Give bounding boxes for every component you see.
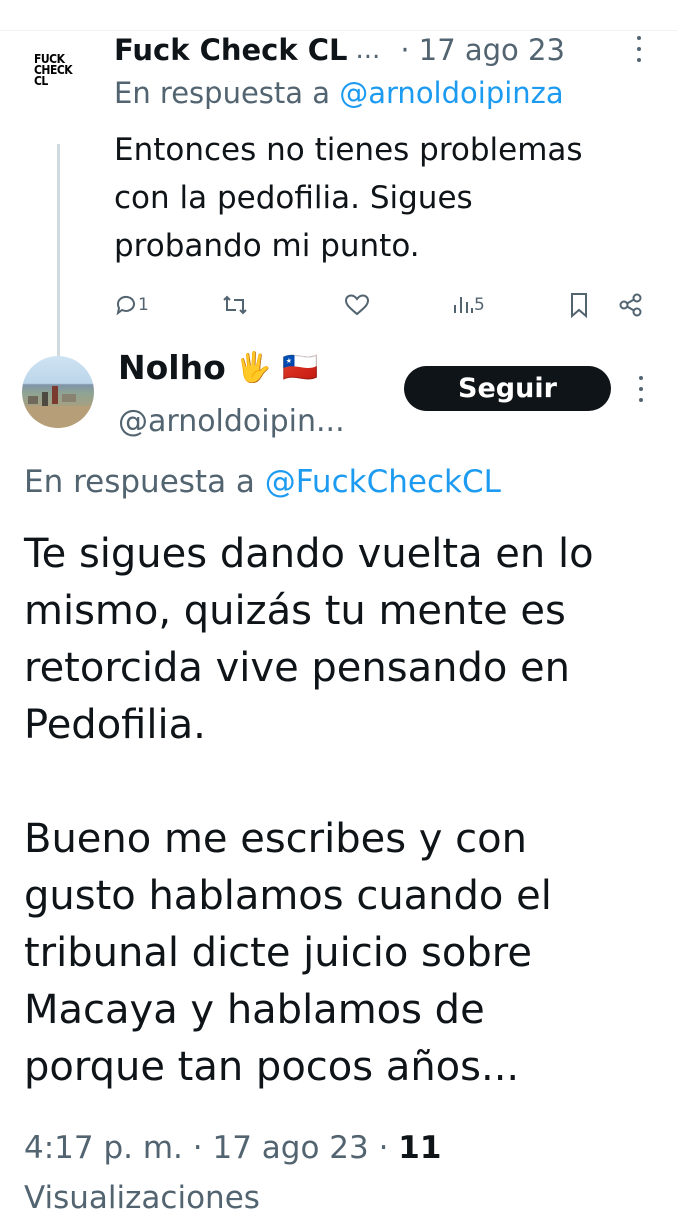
views-label-cut: Visualizaciones bbox=[24, 1180, 260, 1216]
views-count: 5 bbox=[474, 295, 485, 315]
text-line: porque tan pocos años... bbox=[24, 1044, 520, 1090]
thread-connector bbox=[57, 144, 60, 370]
text-line: Te sigues dando vuelta en lo bbox=[24, 531, 594, 577]
like-button[interactable] bbox=[344, 288, 370, 322]
reply-count: 1 bbox=[138, 295, 149, 315]
tweet-date[interactable]: · 17 ago 23 bbox=[400, 33, 565, 67]
page-title-cut: Post bbox=[118, 0, 218, 8]
follow-button[interactable]: Seguir bbox=[404, 366, 611, 411]
author-name[interactable]: Fuck Check CL bbox=[114, 33, 348, 67]
avatar-fuckcheck[interactable]: FUCK CHECK CL bbox=[34, 53, 84, 114]
main-tweet-text: Te sigues dando vuelta en lo mismo, quiz… bbox=[24, 526, 664, 1096]
name-emojis: 🖐 🇨🇱 bbox=[235, 350, 319, 384]
main-author-name-row: Nolho 🖐 🇨🇱 bbox=[118, 348, 318, 387]
reply-handle-link[interactable]: @FuckCheckCL bbox=[265, 464, 501, 500]
main-author-handle[interactable]: @arnoldoipin... bbox=[118, 404, 345, 439]
reply-tweet[interactable]: FUCK CHECK CL Fuck Check CL ... · 17 ago… bbox=[0, 30, 677, 370]
text-line: mismo, quizás tu mente es bbox=[24, 588, 566, 634]
text-line: retorcida vive pensando en bbox=[24, 645, 570, 691]
text-line: tribunal dicte juicio sobre bbox=[24, 930, 532, 976]
reply-icon bbox=[116, 295, 135, 316]
tweet-text-line: Entonces no tienes problemas bbox=[114, 132, 583, 168]
tweet-actions: 1 5 bbox=[114, 288, 654, 322]
bookmark-button[interactable] bbox=[568, 288, 590, 322]
retweet-button[interactable] bbox=[222, 288, 248, 322]
avatar-text-line: CL bbox=[34, 74, 48, 88]
tweet-text-line: probando mi punto. bbox=[114, 228, 420, 264]
reply-handle-link[interactable]: @arnoldoipinza bbox=[339, 76, 563, 110]
more-options-icon[interactable] bbox=[634, 36, 644, 62]
main-reply-context: En respuesta a @FuckCheckCL bbox=[24, 464, 501, 500]
tweet-text: Entonces no tienes problemas con la pedo… bbox=[114, 126, 654, 270]
share-button[interactable] bbox=[618, 288, 644, 322]
reply-tweet-header: Fuck Check CL ... · 17 ago 23 bbox=[114, 30, 654, 70]
reply-context: En respuesta a @arnoldoipinza bbox=[114, 76, 564, 110]
text-line: Macaya y hablamos de bbox=[24, 987, 485, 1033]
avatar-nolho[interactable] bbox=[22, 356, 94, 428]
bookmark-icon bbox=[571, 293, 587, 318]
share-icon bbox=[619, 293, 642, 317]
paragraph-2: Bueno me escribes y con gusto hablamos c… bbox=[24, 811, 664, 1096]
heart-icon bbox=[344, 294, 370, 316]
main-author-name[interactable]: Nolho bbox=[118, 348, 226, 387]
analytics-icon bbox=[454, 297, 473, 313]
text-line: Bueno me escribes y con bbox=[24, 816, 527, 862]
tweet-time[interactable]: 4:17 p. m. bbox=[24, 1130, 183, 1166]
views-count: 11 bbox=[398, 1130, 442, 1166]
reply-button[interactable]: 1 bbox=[114, 288, 149, 322]
views-button[interactable]: 5 bbox=[452, 288, 485, 322]
tweet-text-line: con la pedofilia. Sigues bbox=[114, 180, 473, 216]
text-line: gusto hablamos cuando el bbox=[24, 873, 552, 919]
name-ellipsis: ... bbox=[355, 35, 381, 65]
tweet-meta: 4:17 p. m. · 17 ago 23 · 11 bbox=[24, 1130, 441, 1166]
more-options-icon[interactable] bbox=[636, 376, 646, 402]
text-line: Pedofilia. bbox=[24, 702, 206, 748]
reply-prefix: En respuesta a bbox=[114, 76, 331, 110]
reply-prefix: En respuesta a bbox=[24, 464, 255, 500]
tweet-date[interactable]: · 17 ago 23 · bbox=[193, 1130, 389, 1166]
avatar-landscape-image bbox=[22, 386, 94, 428]
retweet-icon bbox=[223, 295, 247, 315]
paragraph-1: Te sigues dando vuelta en lo mismo, quiz… bbox=[24, 526, 664, 754]
